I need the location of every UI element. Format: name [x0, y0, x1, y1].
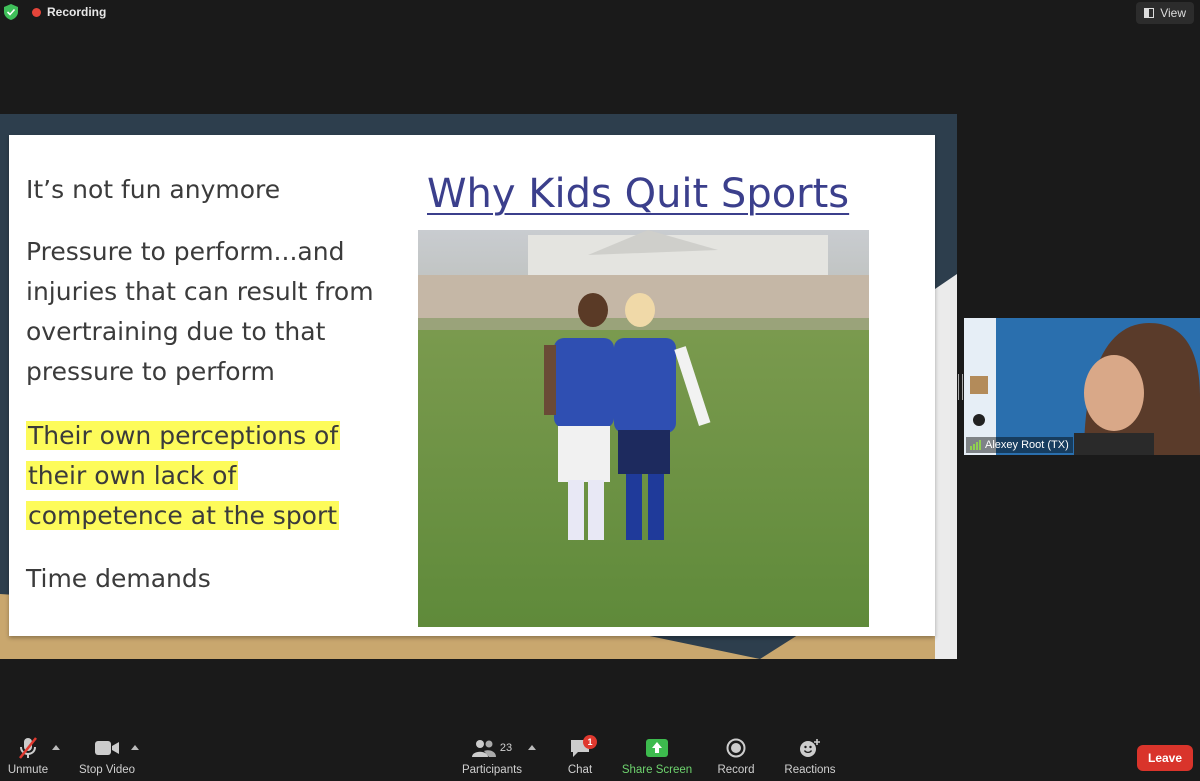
participant-name-tag: Alexey Root (TX): [966, 437, 1073, 453]
view-button[interactable]: View: [1136, 2, 1194, 24]
signal-strength-icon: [970, 440, 981, 450]
view-layout-icon: [1144, 8, 1155, 18]
share-screen-label: Share Screen: [621, 764, 693, 776]
record-button[interactable]: Record: [712, 733, 760, 781]
participants-button[interactable]: 23 Participants: [456, 733, 528, 781]
stop-video-label: Stop Video: [78, 764, 136, 776]
top-bar: Recording View: [0, 0, 1200, 24]
tile-resize-handle[interactable]: [958, 374, 963, 400]
unmute-label: Unmute: [7, 764, 49, 776]
chat-unread-badge: 1: [583, 735, 597, 749]
slide-title: Why Kids Quit Sports: [427, 171, 850, 217]
leave-button[interactable]: Leave: [1137, 745, 1193, 771]
participants-icon: [471, 740, 496, 757]
reactions-label: Reactions: [784, 764, 836, 776]
meeting-toolbar: Unmute Stop Video 23 Participants Chat 1…: [0, 733, 1200, 781]
stop-video-button[interactable]: Stop Video: [76, 733, 138, 781]
chat-label: Chat: [567, 764, 593, 776]
shared-screen: It’s not fun anymore Pressure to perform…: [0, 114, 957, 659]
slide-bullet-highlighted: Their own perceptions of their own lack …: [26, 416, 346, 536]
recording-dot-icon: [32, 7, 41, 17]
reactions-smiley-icon: [799, 735, 821, 761]
participant-name: Alexey Root (TX): [985, 439, 1069, 451]
video-camera-icon: [95, 735, 119, 761]
video-options-caret-icon[interactable]: [131, 745, 139, 750]
audio-options-caret-icon[interactable]: [52, 745, 60, 750]
participants-count: 23: [499, 742, 513, 754]
slide-bullet: Pressure to perform...and injuries that …: [26, 237, 374, 386]
muted-microphone-icon: [17, 735, 39, 761]
participants-options-caret-icon[interactable]: [528, 745, 536, 750]
view-label: View: [1160, 6, 1186, 20]
record-icon: [726, 735, 746, 761]
unmute-button[interactable]: Unmute: [6, 733, 50, 781]
reactions-button[interactable]: Reactions: [782, 733, 838, 781]
highlighted-text: Their own perceptions of their own lack …: [26, 421, 341, 530]
slide-bullet: It’s not fun anymore: [26, 175, 281, 204]
share-screen-button[interactable]: Share Screen: [620, 733, 694, 781]
recording-indicator[interactable]: Recording: [32, 3, 106, 21]
share-screen-icon: [646, 735, 668, 761]
participant-video: [964, 318, 1200, 455]
recording-label: Recording: [47, 5, 107, 19]
presentation-slide: It’s not fun anymore Pressure to perform…: [9, 135, 935, 636]
slide-bullet: Time demands: [26, 564, 211, 593]
chat-button[interactable]: Chat 1: [560, 733, 600, 781]
participant-video-tile[interactable]: Alexey Root (TX): [964, 318, 1200, 455]
participants-label: Participants: [461, 764, 523, 776]
participants-icon-wrap: 23: [471, 735, 513, 761]
soccer-kids-photo: [418, 230, 869, 627]
record-label: Record: [717, 764, 755, 776]
security-shield-icon[interactable]: [4, 4, 18, 20]
